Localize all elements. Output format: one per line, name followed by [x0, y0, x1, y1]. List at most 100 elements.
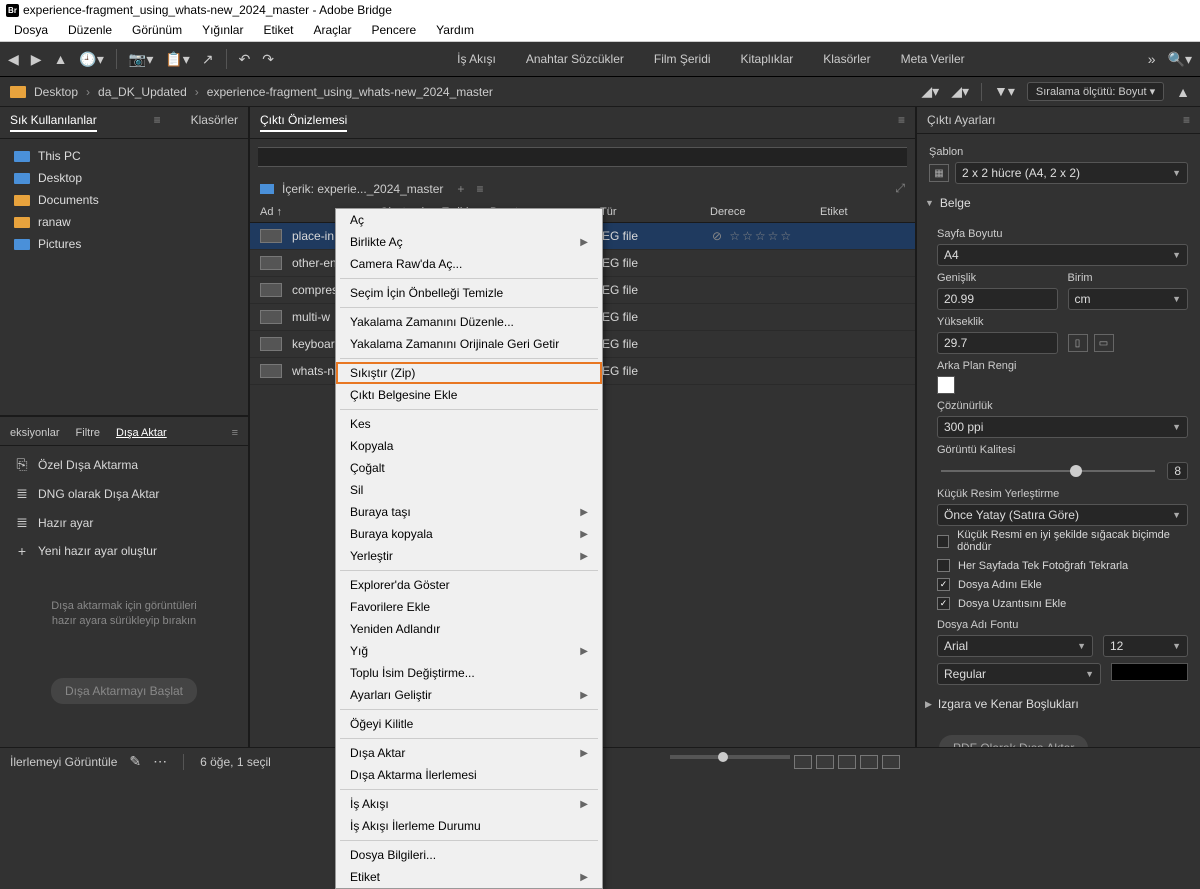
menu-icon[interactable]: ≡ — [1183, 113, 1190, 127]
tree-item[interactable]: Desktop — [0, 167, 248, 189]
context-menu-item[interactable]: Yeniden Adlandır — [336, 618, 602, 640]
menu-icon[interactable]: ≡ — [232, 427, 238, 439]
export-preset-item[interactable]: +Yeni hazır ayar oluştur — [0, 537, 248, 565]
document-section[interactable]: Belge — [940, 196, 971, 210]
workspace-tab[interactable]: Klasörler — [823, 52, 870, 66]
menu-araçlar[interactable]: Araçlar — [303, 20, 361, 41]
context-menu-item[interactable]: Explorer'da Göster — [336, 574, 602, 596]
edit-icon[interactable]: ✎ — [129, 753, 141, 770]
unit-select[interactable]: cm▼ — [1068, 288, 1189, 310]
tree-item[interactable]: ranaw — [0, 211, 248, 233]
sort-dropdown[interactable]: Sıralama ölçütü: Boyut ▾ — [1027, 82, 1164, 101]
chevron-right-icon[interactable]: ▶ — [925, 699, 932, 710]
menu-etiket[interactable]: Etiket — [253, 20, 303, 41]
menu-icon[interactable]: ≡ — [476, 182, 483, 196]
tree-item[interactable]: This PC — [0, 145, 248, 167]
view-grid-icon[interactable] — [816, 755, 834, 769]
rating-stars[interactable]: ⊘ ☆☆☆☆☆ — [712, 229, 822, 243]
tab-output-preview[interactable]: Çıktı Önizlemesi — [260, 113, 347, 132]
context-menu-item[interactable]: Sil — [336, 479, 602, 501]
context-menu-item[interactable]: Yakalama Zamanını Orijinale Geri Getir — [336, 333, 602, 355]
menu-icon[interactable]: ≡ — [898, 113, 905, 132]
font-size-select[interactable]: 12▼ — [1103, 635, 1188, 657]
orientation-landscape-icon[interactable]: ▭ — [1094, 334, 1114, 352]
context-menu-item[interactable]: Kes — [336, 413, 602, 435]
filename-checkbox[interactable] — [937, 578, 950, 591]
breadcrumb-item[interactable]: da_DK_Updated — [98, 85, 187, 99]
template-select[interactable]: 2 x 2 hücre (A4, 2 x 2)▼ — [955, 162, 1188, 184]
menu-icon[interactable]: ≡ — [154, 113, 161, 132]
rotate-cw-icon[interactable]: ↷ — [262, 51, 274, 68]
tab-collections[interactable]: eksiyonlar — [10, 427, 60, 439]
bg-color-swatch[interactable] — [937, 376, 955, 394]
context-menu-item[interactable]: Dosya Bilgileri... — [336, 844, 602, 866]
context-menu-item[interactable]: Etiket▶ — [336, 866, 602, 888]
menu-düzenle[interactable]: Düzenle — [58, 20, 122, 41]
context-menu-item[interactable]: Yakalama Zamanını Düzenle... — [336, 311, 602, 333]
history-icon[interactable]: 🕘▾ — [79, 51, 103, 68]
chevron-down-icon[interactable]: ▼ — [925, 198, 934, 208]
context-menu-item[interactable]: Ayarları Geliştir▶ — [336, 684, 602, 706]
bookmark-icon[interactable]: 📷▾ — [129, 51, 153, 68]
filter-icon[interactable]: ▼▾ — [994, 83, 1015, 100]
font-color-swatch[interactable] — [1111, 663, 1188, 681]
context-menu-item[interactable]: Favorilere Ekle — [336, 596, 602, 618]
page-size-select[interactable]: A4▼ — [937, 244, 1188, 266]
height-input[interactable]: 29.7 — [937, 332, 1058, 354]
view-detail2-icon[interactable] — [882, 755, 900, 769]
workspace-tab[interactable]: İş Akışı — [457, 52, 496, 66]
template-icon[interactable]: ▦ — [929, 164, 949, 182]
context-menu-item[interactable]: Yığ▶ — [336, 640, 602, 662]
context-menu-item[interactable]: Yerleştir▶ — [336, 545, 602, 567]
breadcrumb-item[interactable]: Desktop — [34, 85, 78, 99]
context-menu-item[interactable]: İş Akışı İlerleme Durumu — [336, 815, 602, 837]
workspace-tab[interactable]: Film Şeridi — [654, 52, 711, 66]
width-input[interactable]: 20.99 — [937, 288, 1058, 310]
repeat-photo-checkbox[interactable] — [937, 559, 950, 572]
progress-label[interactable]: İlerlemeyi Görüntüle — [10, 755, 117, 769]
context-menu-item[interactable]: Seçim İçin Önbelleği Temizle — [336, 282, 602, 304]
thumb-size2-icon[interactable]: ◢▾ — [951, 83, 969, 100]
search-icon[interactable]: 🔍▾ — [1168, 51, 1192, 68]
add-tab-icon[interactable]: + — [457, 182, 464, 196]
more-icon[interactable]: ⋯ — [153, 753, 167, 770]
open-icon[interactable]: ↗ — [202, 51, 214, 68]
menu-pencere[interactable]: Pencere — [361, 20, 426, 41]
expand-icon[interactable]: ⤢ — [895, 181, 905, 196]
font-style-select[interactable]: Regular▼ — [937, 663, 1101, 685]
export-preset-item[interactable]: ≣DNG olarak Dışa Aktar — [0, 479, 248, 508]
zoom-slider[interactable] — [670, 755, 790, 759]
grid-section[interactable]: Izgara ve Kenar Boşlukları — [938, 697, 1079, 711]
thumb-size-icon[interactable]: ◢▾ — [921, 83, 939, 100]
context-menu-item[interactable]: Toplu İsim Değiştirme... — [336, 662, 602, 684]
workspace-tab[interactable]: Kitaplıklar — [741, 52, 794, 66]
copy-icon[interactable]: 📋▾ — [165, 51, 189, 68]
context-menu-item[interactable]: Buraya kopyala▶ — [336, 523, 602, 545]
view-small-icon[interactable] — [794, 755, 812, 769]
nav-forward-icon[interactable]: ▶ — [31, 51, 42, 68]
context-menu-item[interactable]: Birlikte Aç▶ — [336, 231, 602, 253]
export-preset-item[interactable]: ≣Hazır ayar — [0, 508, 248, 537]
context-menu-item[interactable]: Camera Raw'da Aç... — [336, 253, 602, 275]
tree-item[interactable]: Pictures — [0, 233, 248, 255]
context-menu-item[interactable]: Sıkıştır (Zip) — [336, 362, 602, 384]
breadcrumb-item[interactable]: experience-fragment_using_whats-new_2024… — [207, 85, 493, 99]
menu-yardım[interactable]: Yardım — [426, 20, 484, 41]
context-menu-item[interactable]: Buraya taşı▶ — [336, 501, 602, 523]
quality-slider[interactable] — [941, 470, 1155, 472]
tab-folders[interactable]: Klasörler — [191, 113, 238, 132]
thumb-placement-select[interactable]: Önce Yatay (Satıra Göre)▼ — [937, 504, 1188, 526]
extension-checkbox[interactable] — [937, 597, 950, 610]
more-workspaces-icon[interactable]: » — [1148, 51, 1156, 67]
context-menu-item[interactable]: Öğeyi Kilitle — [336, 713, 602, 735]
workspace-tab[interactable]: Meta Veriler — [901, 52, 965, 66]
quality-value[interactable]: 8 — [1167, 462, 1188, 480]
context-menu-item[interactable]: İş Akışı▶ — [336, 793, 602, 815]
context-menu-item[interactable]: Dışa Aktar▶ — [336, 742, 602, 764]
rotate-thumb-checkbox[interactable] — [937, 535, 949, 548]
tab-favorites[interactable]: Sık Kullanılanlar — [10, 113, 97, 132]
tree-item[interactable]: Documents — [0, 189, 248, 211]
menu-dosya[interactable]: Dosya — [4, 20, 58, 41]
tab-export[interactable]: Dışa Aktar — [116, 427, 167, 439]
workspace-tab[interactable]: Anahtar Sözcükler — [526, 52, 624, 66]
